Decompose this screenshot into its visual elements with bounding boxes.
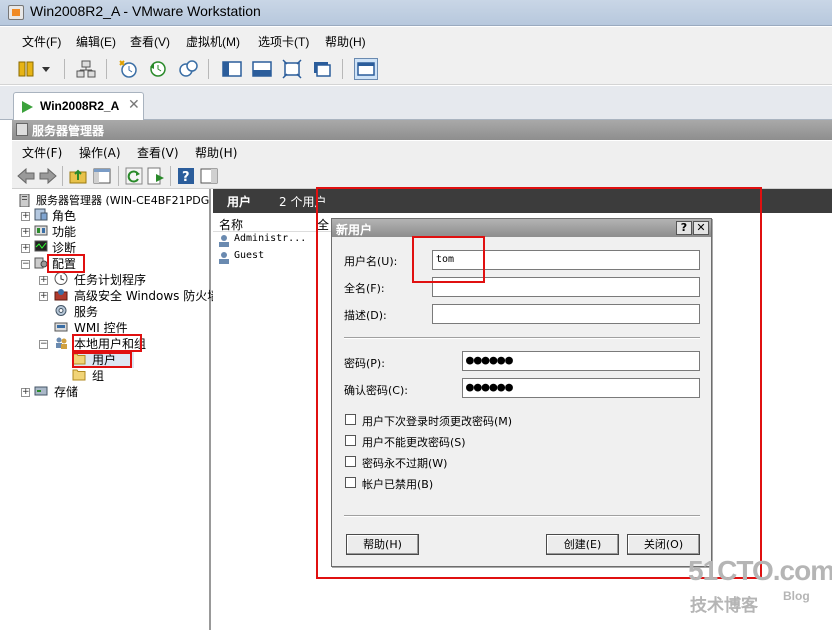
server-manager-toolbar: ? [12, 163, 832, 189]
vmware-titlebar: Win2008R2_A - VMware Workstation [0, 0, 832, 26]
watermark-brand: 51CTO.com [688, 555, 832, 586]
sm-menu-view[interactable]: 查看(V) [137, 144, 179, 161]
revert-snapshot-icon[interactable] [148, 59, 168, 79]
menu-view[interactable]: 查看(V) [130, 33, 170, 50]
export-list-icon[interactable] [146, 166, 166, 186]
watermark-blog: Blog [783, 589, 810, 603]
tab-label: Win2008R2_A [40, 99, 120, 113]
expand-firewall[interactable]: + [39, 292, 48, 301]
menu-vm[interactable]: 虚拟机(M) [186, 33, 240, 50]
user-icon [219, 235, 229, 247]
expand-diagnostics[interactable]: + [21, 244, 30, 253]
vmware-menubar: 文件(F) 编辑(E) 查看(V) 虚拟机(M) 选项卡(T) 帮助(H) [0, 27, 832, 53]
features-icon [34, 225, 48, 236]
annotation-configuration-box [47, 254, 85, 273]
show-hide-tree-icon[interactable] [92, 166, 112, 186]
menu-file[interactable]: 文件(F) [22, 33, 61, 50]
back-arrow-icon[interactable] [16, 166, 36, 186]
vmware-toolbar [0, 53, 832, 85]
window-title: Win2008R2_A - VMware Workstation [30, 3, 261, 19]
menu-edit[interactable]: 编辑(E) [76, 33, 116, 50]
sm-menu-file[interactable]: 文件(F) [22, 144, 62, 161]
expand-storage[interactable]: + [21, 388, 30, 397]
snapshot-icon[interactable] [118, 59, 138, 79]
column-name[interactable]: 名称 [219, 216, 243, 233]
up-folder-icon[interactable] [68, 166, 88, 186]
collapse-configuration[interactable]: − [21, 260, 30, 269]
server-manager-menubar: 文件(F) 操作(A) 查看(V) 帮助(H) [12, 141, 832, 163]
expand-task-scheduler[interactable]: + [39, 276, 48, 285]
firewall-icon [54, 289, 68, 301]
svg-text:?: ? [182, 170, 190, 185]
navigation-tree: 服务器管理器 (WIN-CE4BF21PDG + 角色 + 功能 + 诊断 − … [12, 189, 214, 630]
storage-icon [34, 386, 48, 396]
annotation-username-box [412, 236, 485, 283]
collapse-local-users[interactable]: − [39, 340, 48, 349]
configuration-icon [34, 257, 48, 269]
snapshot-manager-icon[interactable] [178, 59, 198, 79]
tab-close-icon[interactable]: ✕ [128, 97, 140, 113]
watermark: 51CTO.com 技术博客 Blog [688, 555, 832, 616]
users-group-icon [56, 337, 67, 349]
annotation-dialog-box [316, 187, 762, 579]
annotation-users-box [72, 352, 132, 368]
fullscreen-icon[interactable] [282, 59, 302, 79]
network-icon[interactable] [76, 59, 96, 79]
annotation-local-users-box [72, 334, 142, 352]
folder-icon [72, 369, 86, 381]
server-manager-icon [16, 123, 28, 136]
help-icon[interactable]: ? [176, 166, 196, 186]
action-pane-icon[interactable] [199, 166, 219, 186]
list-item[interactable]: Administr... [217, 233, 327, 249]
gear-icon [55, 305, 67, 316]
vm-running-icon [22, 101, 33, 113]
wmi-icon [54, 322, 68, 332]
vmware-tabstrip: Win2008R2_A ✕ [0, 86, 832, 120]
diagnostics-icon [34, 240, 48, 252]
roles-icon [34, 208, 48, 221]
vmware-logo-icon [8, 5, 24, 20]
console-view-icon[interactable] [252, 59, 272, 79]
pause-dropdown-icon[interactable] [18, 59, 54, 79]
server-icon [19, 194, 30, 207]
expand-features[interactable]: + [21, 228, 30, 237]
menu-tabs[interactable]: 选项卡(T) [258, 33, 309, 50]
expand-roles[interactable]: + [21, 212, 30, 221]
watermark-subtitle: 技术博客 [690, 596, 758, 616]
clock-icon [54, 272, 68, 285]
sidebar-view-icon[interactable] [222, 59, 242, 79]
tab-win2008r2-a[interactable]: Win2008R2_A ✕ [13, 92, 144, 120]
unity-icon[interactable] [312, 59, 332, 79]
sm-menu-action[interactable]: 操作(A) [79, 144, 121, 161]
forward-arrow-icon[interactable] [38, 166, 58, 186]
details-title: 用户 [227, 195, 252, 209]
server-manager-title: 服务器管理器 [32, 124, 105, 138]
menu-help[interactable]: 帮助(H) [325, 33, 366, 50]
quick-switch-icon[interactable] [354, 58, 378, 80]
refresh-icon[interactable] [124, 166, 144, 186]
sm-menu-help[interactable]: 帮助(H) [195, 144, 237, 161]
server-manager-titlebar: 服务器管理器 [12, 120, 832, 140]
user-icon [219, 252, 229, 264]
list-item[interactable]: Guest [217, 250, 327, 266]
